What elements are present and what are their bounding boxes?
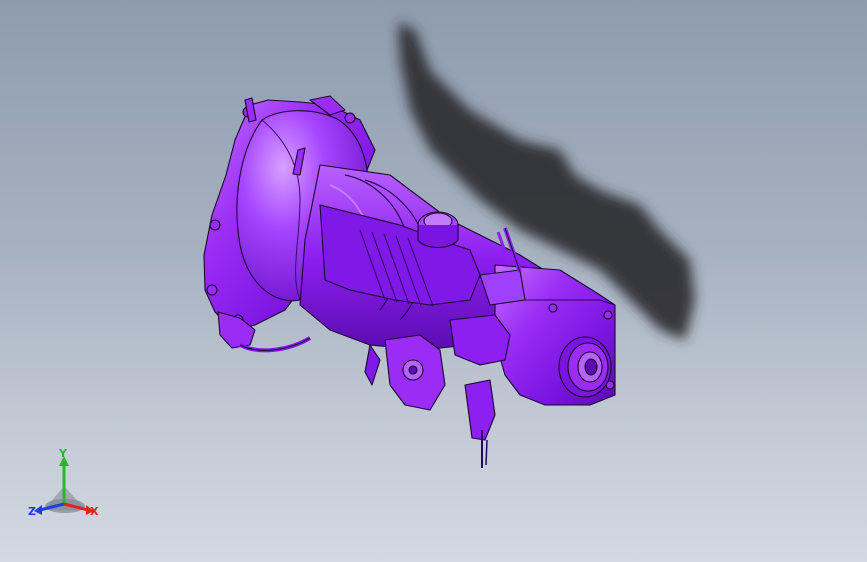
model-canvas[interactable] bbox=[0, 0, 867, 562]
axis-z-label: Z bbox=[28, 505, 36, 518]
axis-y-label: Y bbox=[59, 447, 67, 460]
graphics-viewport[interactable]: Y X Z bbox=[0, 0, 867, 562]
output-flange bbox=[558, 336, 612, 398]
axis-x-label: X bbox=[90, 505, 99, 518]
coordinate-triad: Y X Z bbox=[24, 448, 104, 528]
shifter-box bbox=[449, 314, 511, 366]
